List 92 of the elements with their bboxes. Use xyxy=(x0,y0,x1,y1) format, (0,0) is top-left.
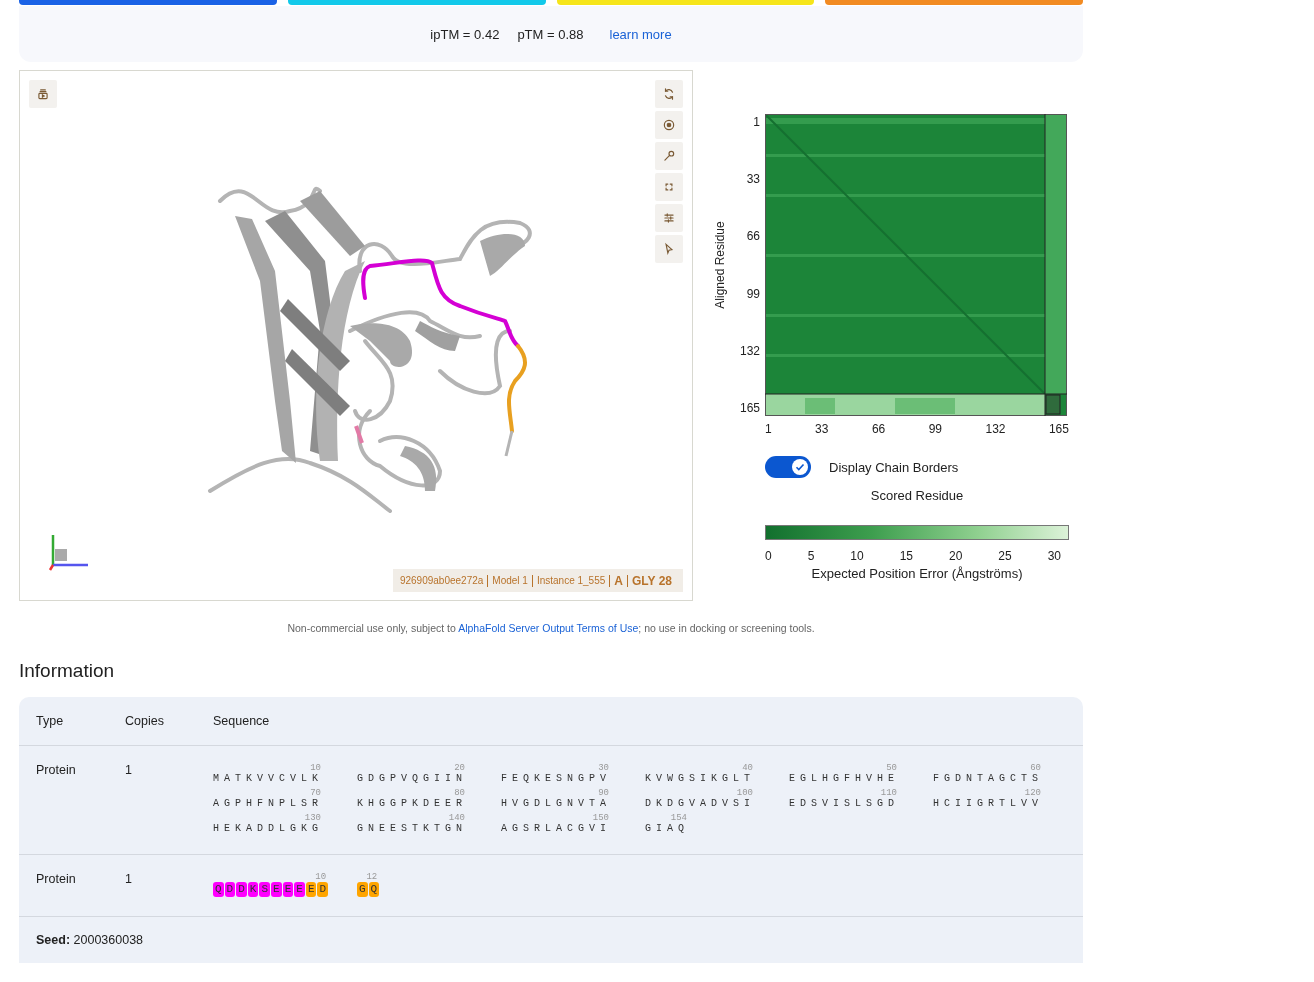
selection-info: 926909ab0ee272a Model 1 Instance 1_555 A GLY 28 xyxy=(392,569,683,592)
fullscreen-icon[interactable] xyxy=(655,173,683,201)
residue-number: 154 xyxy=(670,814,687,823)
scale-tick-label: 30 xyxy=(1047,549,1061,563)
learn-more-link[interactable]: learn more xyxy=(609,26,672,42)
copies-cell-text: 1 xyxy=(125,763,133,779)
sequence-text: KVWGSIKGLT xyxy=(645,773,755,785)
x-tick-label: 165 xyxy=(1048,422,1069,436)
usage-notice: Non-commercial use only, subject to AlphaFold Server Output Terms of Use; no use in docking or screening tools. xyxy=(286,622,816,634)
column-header: Copies xyxy=(125,714,165,728)
residue-chip: E xyxy=(305,882,317,897)
y-tick-label: 165 xyxy=(739,399,760,416)
structure-viewer[interactable]: 926909ab0ee272a Model 1 Instance 1_555 A GLY 28 xyxy=(19,70,693,601)
x-tick-label: 132 xyxy=(985,422,1006,436)
y-axis-title: Aligned Residue xyxy=(713,221,727,309)
check-icon xyxy=(794,461,806,473)
residue-chip: E xyxy=(282,882,294,897)
residue-chip: D xyxy=(224,882,236,897)
sequence-text: DKDGVADVSI xyxy=(645,798,755,810)
residue-number: 110 xyxy=(880,789,897,798)
type-cell-text: Protein xyxy=(36,763,77,779)
x-tick-label: 1 xyxy=(765,422,772,436)
column-header: Sequence xyxy=(213,714,271,728)
sequence-text: FEQKESNGPV xyxy=(501,773,611,785)
scale-tick-label: 25 xyxy=(998,549,1012,563)
residue-chip: D xyxy=(317,882,329,897)
residue-number: 120 xyxy=(1024,789,1041,798)
residue-chip: E xyxy=(294,882,305,897)
residue-number: 100 xyxy=(736,789,753,798)
residue-number: 10 xyxy=(315,873,327,882)
x-axis-title: Scored Residue xyxy=(869,488,965,503)
scale-tick-label: 10 xyxy=(850,549,864,563)
sliders-icon[interactable] xyxy=(655,204,683,232)
residue-number: 50 xyxy=(886,764,897,773)
residue-chip: Q xyxy=(368,882,380,897)
scale-tick-label: 0 xyxy=(765,549,772,563)
column-header: Type xyxy=(36,714,65,728)
sequence-text: GIAQ xyxy=(645,823,689,835)
residue-chip: E xyxy=(271,882,282,897)
y-tick-label: 33 xyxy=(746,171,760,188)
scale-tick-label: 20 xyxy=(948,549,963,563)
residue-number: 150 xyxy=(592,814,609,823)
residue-number: 140 xyxy=(448,814,465,823)
residue-number: 70 xyxy=(310,789,321,798)
residue-number: 40 xyxy=(742,764,753,773)
sequence-text: MATKVVCVLK xyxy=(213,773,323,785)
iptm-score: ipTM = 0.42 xyxy=(430,26,500,42)
residue-chip: K xyxy=(247,882,259,897)
scale-title: Expected Position Error (Ångströms) xyxy=(810,566,1024,581)
sequence-text: HCIIGRTLVV xyxy=(933,798,1043,810)
residue-chip: G xyxy=(357,882,368,897)
sequence-text: EGLHGFHVHE xyxy=(789,773,899,785)
x-tick-label: 66 xyxy=(871,422,886,436)
toggle-label: Display Chain Borders xyxy=(829,459,959,475)
y-tick-label: 1 xyxy=(753,114,760,130)
y-tick-label: 99 xyxy=(746,285,760,302)
sequence-text: AGSRLACGVI xyxy=(501,823,611,835)
sequence-text: AGPHFNPLSR xyxy=(213,798,323,810)
animation-icon[interactable] xyxy=(29,80,57,108)
sequence-text: EDSVISLSGD xyxy=(789,798,899,810)
scale-tick-label: 15 xyxy=(899,549,913,563)
copies-cell-text: 1 xyxy=(125,872,133,888)
y-tick-label: 132 xyxy=(739,342,760,359)
sequence-text: FGDNTAGCTS xyxy=(933,773,1043,785)
residue-number: 12 xyxy=(366,873,378,882)
x-tick-label: 99 xyxy=(928,422,943,436)
residue-number: 90 xyxy=(598,789,609,798)
cursor-icon[interactable] xyxy=(655,235,683,263)
chain-borders-toggle[interactable] xyxy=(765,456,811,478)
residue-chip: D xyxy=(236,882,247,897)
residue-chip: Q xyxy=(213,882,224,897)
residue-chip: S xyxy=(259,882,271,897)
sequence-text: HEKADDLGKG xyxy=(213,823,323,835)
section-title: Information xyxy=(19,660,116,682)
seed-text: Seed: 2000360038 xyxy=(35,932,145,949)
residue-number: 130 xyxy=(304,814,321,823)
residue-number: 80 xyxy=(454,789,465,798)
ptm-score: pTM = 0.88 xyxy=(517,26,584,42)
residue-number: 20 xyxy=(454,764,465,773)
sequence-text: GNEESTKTGN xyxy=(357,823,467,835)
target-icon[interactable] xyxy=(655,111,683,139)
refresh-icon[interactable] xyxy=(655,80,683,108)
x-tick-label: 33 xyxy=(815,422,829,436)
type-cell-text: Protein xyxy=(36,872,77,888)
y-tick-label: 66 xyxy=(746,228,760,245)
residue-number: 10 xyxy=(310,764,321,773)
sequence-text: GDGPVQGIIN xyxy=(357,773,467,785)
residue-number: 30 xyxy=(598,764,609,773)
residue-number: 60 xyxy=(1030,764,1041,773)
scale-tick-label: 5 xyxy=(807,549,815,563)
sequence-text: HVGDLGNVTA xyxy=(501,798,611,810)
sequence-text: KHGGPKDEER xyxy=(357,798,467,810)
